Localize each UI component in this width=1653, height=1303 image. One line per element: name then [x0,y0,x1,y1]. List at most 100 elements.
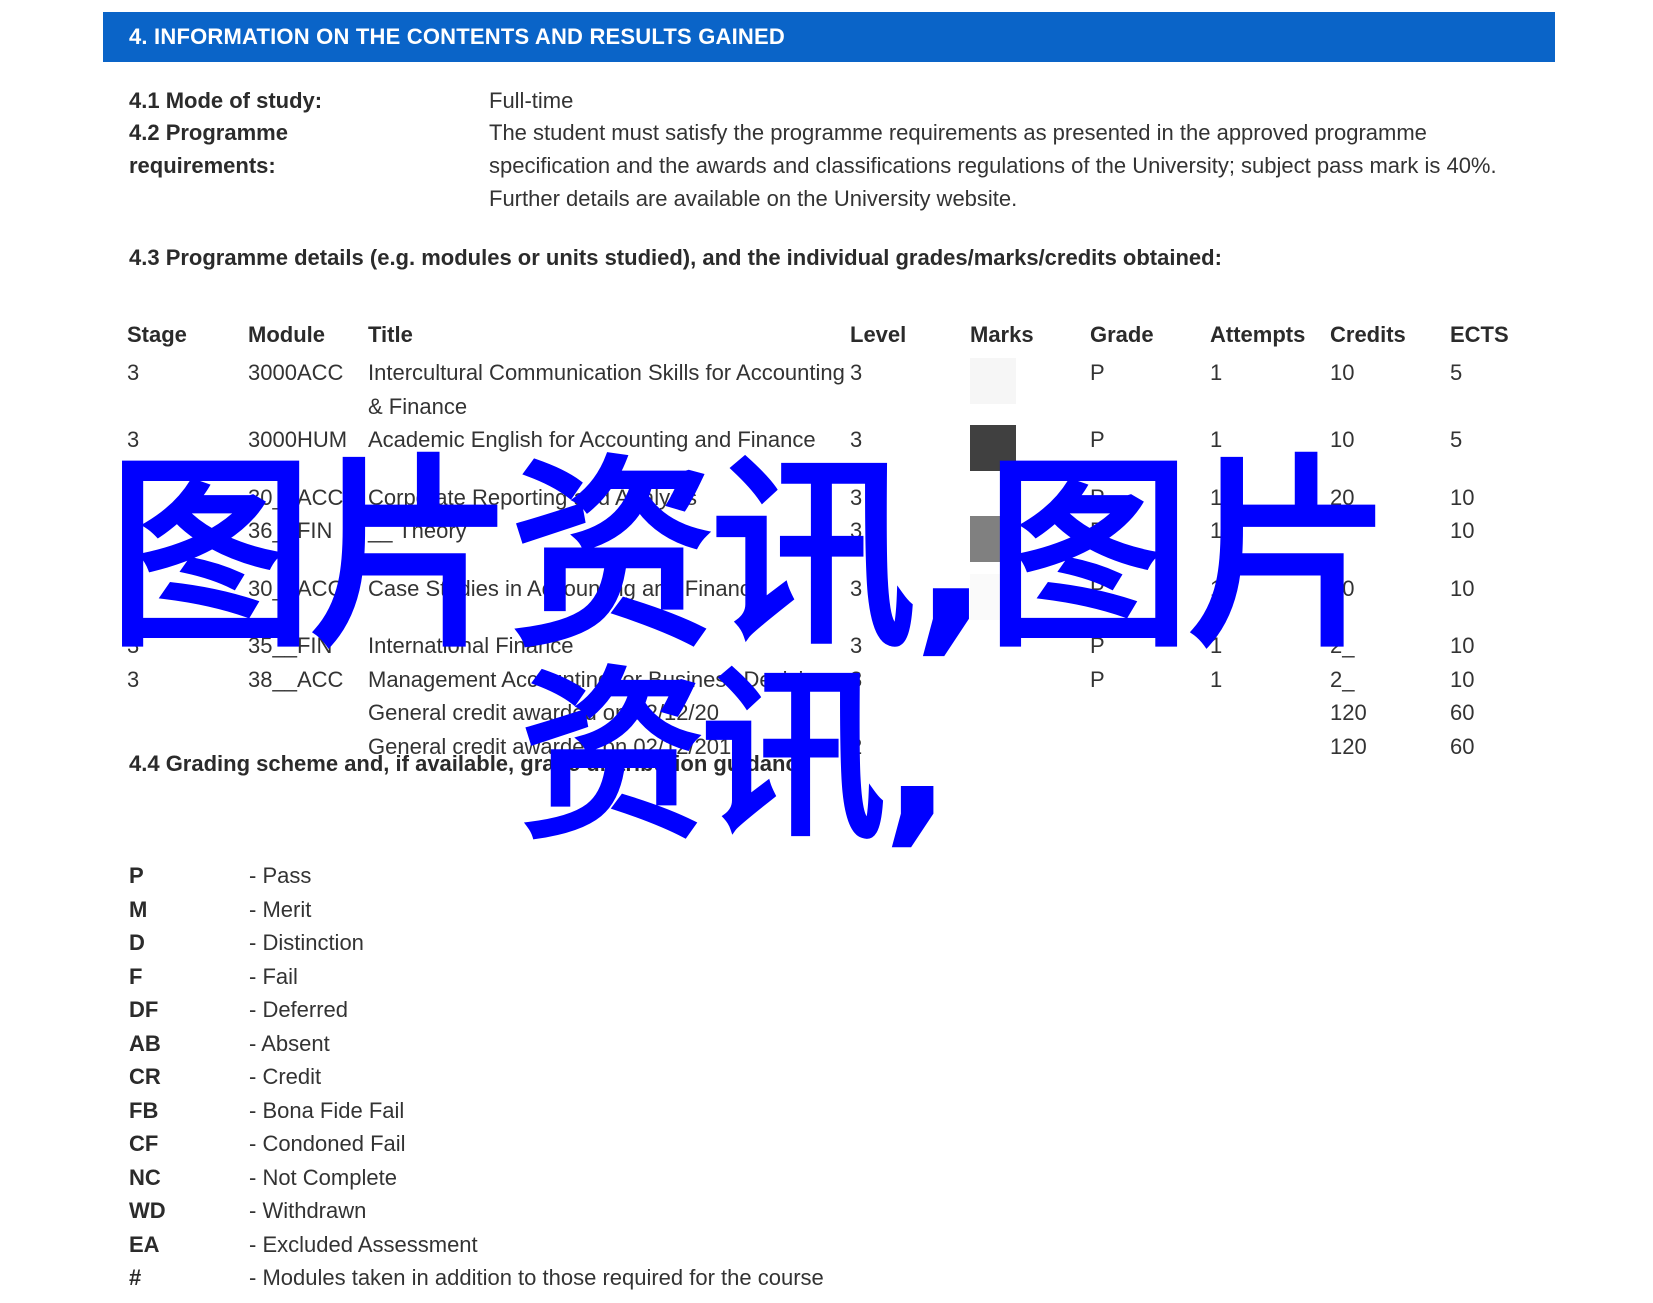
table-row: 3 3000HUM Academic English for Accounting … [127,423,1540,481]
legend-item: CF - Condoned Fail [129,1127,824,1161]
col-module: Module [248,322,325,347]
field-value: The student must satisfy the programme r… [489,120,1497,211]
legend-item: DF - Deferred [129,993,824,1027]
cell-ects: 10 [1450,666,1475,692]
field-label: 4.2 Programme requirements: [129,120,288,178]
grade-description: - Modules taken in addition to those req… [249,1265,824,1290]
cell-grade: P [1090,666,1105,692]
cell-credits: 20 [1330,575,1355,601]
cell-level [850,696,970,730]
cell-credits: 10 [1330,427,1355,452]
cell-level: 3 [850,575,863,601]
legend-item: WD - Withdrawn [129,1194,824,1228]
grade-code: M [129,896,148,922]
cell-title: Intercultural Communication Skills for A… [368,360,845,419]
cell-grade [1090,730,1210,764]
table-header-row: Stage Module Title Level Marks Grade Att… [127,322,1540,356]
cell-attempts [1210,730,1330,764]
table-row: 3 36__FIN __ Theory 3 P 1 10 [127,514,1540,572]
cell-marks [970,514,1090,572]
cell-grade: P [1090,575,1105,601]
cell-title: Case Studies in Accounting and Finance [368,575,764,601]
grade-description: - Withdrawn [249,1198,367,1223]
legend-item: P - Pass [129,859,824,893]
cell-attempts: 1 [1210,518,1223,543]
cell-stage: 3 [127,518,140,543]
grading-heading: 4.4 Grading scheme and, if available, gr… [129,751,810,776]
cell-ects: 60 [1450,700,1475,725]
col-credits: Credits [1330,322,1406,347]
section-title: 4. INFORMATION ON THE CONTENTS AND RESUL… [129,24,785,49]
cell-stage: 3 [127,666,140,692]
legend-item: D - Distinction [129,926,824,960]
cell-stage: 3 [127,360,140,385]
cell-level: 2 [850,733,863,759]
grade-code: D [129,930,145,955]
legend-item: # - Modules taken in addition to those re… [129,1261,824,1295]
cell-ects: 60 [1450,733,1475,759]
cell-module: 30__ACC [248,484,344,510]
col-ects: ECTS [1450,322,1509,347]
cell-grade: P [1090,360,1105,385]
legend-item: M - Merit [129,893,824,927]
cell-attempts: 1 [1210,575,1223,601]
col-title: Title [368,322,413,347]
grade-code: FB [129,1097,159,1123]
redacted-mark-box [970,358,1016,404]
cell-grade: P [1090,427,1105,452]
cell-level: 3 [850,633,863,658]
cell-ects: 5 [1450,360,1463,385]
cell-marks [970,663,1090,697]
cell-level: 3 [850,360,863,385]
grade-description: - Pass [249,863,312,888]
cell-marks [970,730,1090,764]
table-row: 3 30__ACC Corporate Reporting and Analysis… [127,481,1540,515]
redacted-mark-box [970,425,1016,471]
cell-credits [1330,514,1450,572]
cell-stage: 3 [127,633,140,658]
cell-marks [970,423,1090,481]
col-level: Level [850,322,907,347]
cell-title: Corporate Reporting and Analysis [368,484,697,510]
cell-ects: 10 [1450,633,1475,658]
grade-code: P [129,863,144,888]
cell-level: 3 [850,518,863,543]
cell-title: Academic English for Accounting and Fina… [368,427,816,452]
table-row: 3 38__ACC Management Accounting for Busine… [127,663,1540,697]
grade-code: CF [129,1131,159,1156]
cell-title: Management Accounting for Business Decis… [368,666,839,692]
grade-description: - Excluded Assessment [249,1231,478,1257]
table-row: 3 35__FIN International Finance 3 P 1 2_ 10 [127,629,1540,663]
cell-grade: P [1090,484,1105,510]
col-attempts: Attempts [1210,322,1306,347]
legend-item: AB - Absent [129,1027,824,1061]
cell-module: 3000ACC [248,360,344,385]
grade-description: - Credit [249,1064,322,1089]
cell-module: 38__ACC [248,666,344,692]
grade-code: EA [129,1231,160,1257]
cell-marks [970,572,1090,630]
cell-attempts: 1 [1210,427,1223,452]
programme-details-heading: 4.3 Programme details (e.g. modules or u… [129,245,1222,270]
grade-code: F [129,963,143,989]
grade-code: DF [129,997,159,1022]
col-grade: Grade [1090,322,1154,347]
modules-table: Stage Module Title Level Marks Grade Att… [127,322,1540,763]
cell-level: 3 [850,427,863,452]
cell-stage: 3 [127,484,140,510]
cell-module: 35__FIN [248,633,333,658]
cell-attempts: 1 [1210,633,1223,658]
cell-credits: 120 [1330,733,1367,759]
cell-grade: P [1090,633,1105,658]
cell-stage: 3 [127,575,140,601]
cell-ects: 10 [1450,518,1475,543]
cell-credits: 120 [1330,700,1367,725]
cell-grade: P [1090,518,1105,543]
cell-ects: 10 [1450,575,1475,601]
cell-title: General credit awarded on 02/12/20__ [368,700,744,725]
cell-credits: 2_ [1330,633,1355,658]
cell-credits: 2_ [1330,666,1355,692]
cell-attempts: 1 [1210,360,1223,385]
grade-code: # [129,1265,142,1290]
cell-module: 36__FIN [248,518,333,543]
